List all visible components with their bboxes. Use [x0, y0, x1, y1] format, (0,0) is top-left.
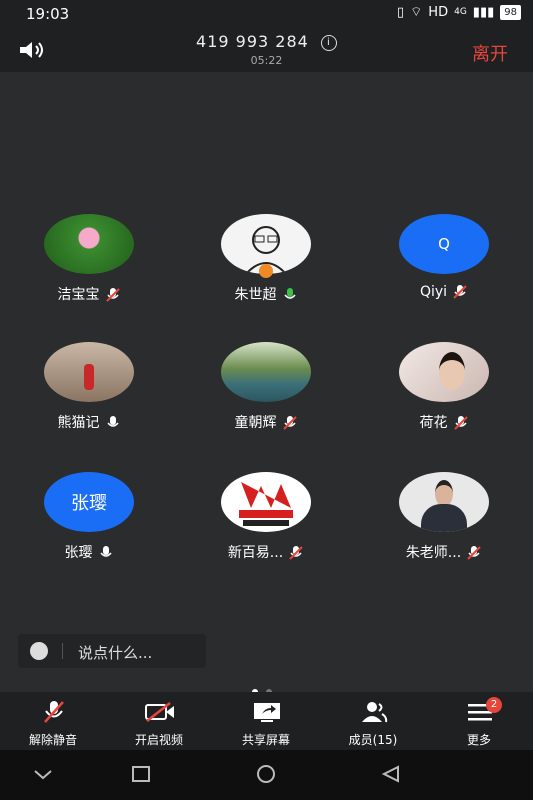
avatar [399, 472, 489, 532]
mic-icon [106, 416, 119, 427]
mic-muted-icon [282, 416, 297, 430]
vibrate-icon: ▯ [396, 4, 405, 20]
participant-tile[interactable]: 荷花 [364, 328, 524, 431]
avatar [44, 214, 134, 274]
meeting-id-text: 419 993 284 [196, 32, 309, 51]
suit-shape [421, 504, 467, 532]
avatar: Q [399, 214, 489, 274]
meeting-toolbar: 解除静音 开启视频 共享屏幕 成员(15) 更多 2 [0, 692, 533, 750]
avatar: 张璎 [44, 472, 134, 532]
video-off-icon [145, 702, 174, 722]
mic-muted-icon [289, 546, 303, 560]
chat-input[interactable]: 说点什么... [18, 634, 206, 668]
meeting-id[interactable]: 419 993 284 i [0, 32, 533, 51]
home-icon[interactable] [255, 765, 277, 783]
host-icon [259, 264, 273, 278]
participant-tile[interactable]: 朱老师... [364, 458, 524, 561]
recents-icon[interactable] [130, 765, 152, 783]
avatar [44, 342, 134, 402]
mic-muted-icon [453, 416, 468, 430]
participant-name: 荷花 [419, 415, 448, 431]
avatar [221, 342, 311, 402]
net-type-label: 4G [454, 7, 467, 17]
participant-tile[interactable]: 童朝辉 [186, 328, 346, 431]
mic-muted-icon [453, 285, 467, 299]
meeting-timer: 05:22 [250, 54, 283, 67]
chevron-down-icon[interactable] [32, 765, 54, 783]
network-label: HD [428, 4, 449, 20]
more-label: 更多 [466, 733, 491, 747]
chat-placeholder: 说点什么... [78, 644, 153, 662]
meeting-header: 419 993 284 i 05:22 离开 [0, 28, 533, 72]
participant-name: 洁宝宝 [57, 287, 100, 303]
mic-speaking-icon [283, 288, 296, 299]
divider [62, 643, 63, 659]
avatar [399, 342, 489, 402]
leave-button[interactable]: 离开 [472, 40, 508, 66]
more-badge: 2 [486, 697, 502, 713]
participant-name: Qiyi [419, 284, 448, 300]
person-figure [84, 364, 94, 390]
mic-icon [99, 546, 112, 557]
participant-name: 新百易... [227, 545, 284, 561]
share-screen-label: 共享屏幕 [241, 733, 290, 747]
more-button[interactable]: 更多 [426, 692, 532, 750]
members-button[interactable]: 成员(15) [320, 692, 426, 750]
participant-name: 张璎 [64, 545, 93, 561]
wifi-icon: ⌔ [410, 5, 423, 20]
start-video-label: 开启视频 [134, 733, 183, 747]
participant-name: 朱老师... [405, 545, 462, 561]
members-label: 成员(15) [348, 733, 398, 747]
face-shape [439, 352, 465, 390]
info-icon[interactable]: i [320, 34, 337, 51]
signal-icon: ▮▮▮ [472, 4, 495, 20]
avatar [221, 472, 311, 532]
face-shape [435, 480, 453, 507]
share-screen-icon [254, 703, 280, 722]
mic-muted-icon [105, 288, 120, 302]
start-video-button[interactable]: 开启视频 [106, 692, 212, 750]
system-nav-bar [0, 750, 533, 800]
share-screen-button[interactable]: 共享屏幕 [213, 692, 319, 750]
status-time: 19:03 [26, 5, 70, 23]
battery-icon: 98 [500, 4, 521, 20]
participant-tile[interactable]: 张璎 张璎 [9, 458, 169, 561]
unmute-button[interactable]: 解除静音 [0, 692, 106, 750]
status-bar: 19:03 ▯ ⌔ HD 4G ▮▮▮ 98 [0, 0, 533, 28]
participant-tile[interactable]: 熊猫记 [9, 328, 169, 431]
back-icon[interactable] [380, 765, 402, 783]
participant-tile[interactable]: 洁宝宝 [9, 200, 169, 303]
participant-name: 童朝辉 [234, 415, 277, 431]
participant-tile[interactable]: Q Qiyi [364, 200, 524, 300]
mic-muted-icon [44, 701, 64, 723]
members-icon [362, 702, 388, 723]
jszg-logo-icon [239, 482, 293, 526]
status-icons: ▯ ⌔ HD 4G ▮▮▮ 98 [397, 4, 521, 20]
mic-muted-icon [467, 546, 481, 560]
participant-name: 熊猫记 [57, 415, 100, 431]
unmute-label: 解除静音 [28, 733, 77, 747]
participant-name: 朱世超 [234, 287, 277, 303]
participant-tile[interactable]: 新百易... [186, 458, 346, 561]
participant-tile[interactable]: 朱世超 [186, 200, 346, 303]
emoji-icon[interactable] [30, 642, 48, 660]
